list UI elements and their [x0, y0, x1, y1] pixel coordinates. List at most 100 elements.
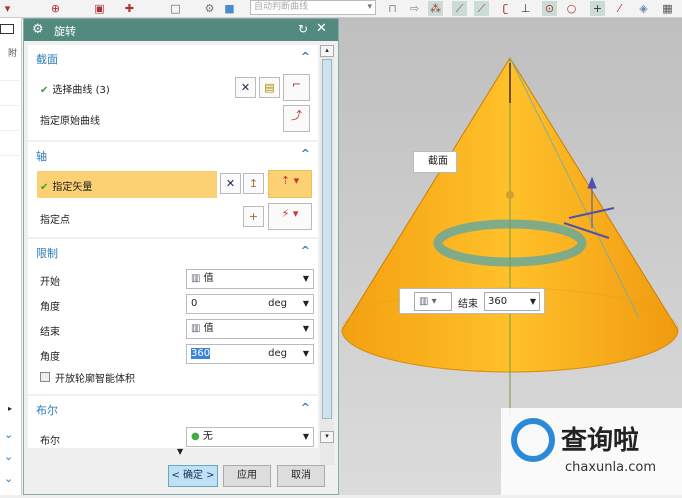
- section-header[interactable]: 限制: [36, 245, 58, 261]
- scroll-right-icon[interactable]: ▸: [8, 404, 12, 413]
- tangent-icon[interactable]: ⁄: [612, 1, 627, 16]
- list-row[interactable]: [0, 63, 20, 81]
- boolean-value: 无: [202, 431, 213, 442]
- section-group: 截面 ^ ✔ 选择曲线 (3) ✕ ▤ ⌐ 指定原始曲线 ⤴: [28, 45, 318, 140]
- grid-icon[interactable]: ▦: [660, 1, 675, 16]
- end-angle-input[interactable]: 360 deg ▼: [186, 344, 314, 364]
- sketch-section-icon[interactable]: ⌐: [283, 74, 310, 101]
- deselect-icon[interactable]: ✕: [235, 77, 256, 98]
- gear-icon[interactable]: ⚙: [202, 1, 217, 16]
- section-header[interactable]: 轴: [36, 148, 47, 164]
- end-mode-select[interactable]: ▥ 值 ▼: [186, 319, 314, 339]
- start-angle-input[interactable]: 0 deg ▼: [186, 294, 314, 314]
- toolbar: ▾ ⊕ ▣ ✚ □ ⚙ ■ 自动判断曲线 ▾ ⊓ ⇨ ⁂ ⟋ ⟋ ʗ ⊥ ⊙ ○ …: [0, 0, 682, 18]
- revolve-dialog: ⚙ 旋转 ↻ ✕ 截面 ^ ✔ 选择曲线 (3) ✕ ▤ ⌐ 指定原始曲线 ⤴ 轴…: [23, 18, 339, 495]
- end-mode-dropdown[interactable]: ▥ ▾: [414, 292, 452, 311]
- check-icon: ✔: [40, 85, 49, 96]
- curve-rule-icon[interactable]: ▤: [259, 77, 280, 98]
- cube-icon[interactable]: ■: [222, 1, 237, 16]
- start-mode-value: 值: [203, 273, 214, 284]
- scroll-down-icon[interactable]: ▾: [320, 431, 334, 443]
- collapse-icon[interactable]: ^: [301, 401, 310, 414]
- line-end-icon[interactable]: ⟋: [452, 1, 467, 16]
- end-angle-value: 360: [191, 348, 211, 359]
- start-angle-value: 0: [191, 298, 198, 309]
- collapse-icon[interactable]: ^: [301, 244, 310, 257]
- specify-vector-row[interactable]: ✔ 指定矢量: [37, 171, 217, 198]
- section-header[interactable]: 截面: [36, 51, 58, 67]
- select-curve-label: 选择曲线 (3): [52, 85, 110, 96]
- start-angle-label: 角度: [40, 302, 60, 313]
- apply-button[interactable]: 应用: [223, 465, 271, 487]
- dialog-titlebar: ⚙ 旋转 ↻ ✕: [24, 19, 338, 41]
- grid-snap-icon[interactable]: ⁂: [428, 1, 443, 16]
- circle-icon[interactable]: ○: [564, 1, 579, 16]
- unit-label: deg: [268, 298, 287, 309]
- expand-icon[interactable]: ⌄: [4, 450, 13, 463]
- logo-icon: [511, 418, 555, 462]
- origin-curve-icon[interactable]: ⤴: [283, 105, 310, 132]
- end-label: 结束: [40, 327, 60, 338]
- select-curve-row[interactable]: ✔ 选择曲线 (3): [40, 81, 110, 96]
- intersection-icon[interactable]: +: [590, 1, 605, 16]
- vector-type-dropdown[interactable]: ⇡ ▾: [268, 170, 312, 198]
- scroll-thumb[interactable]: [322, 59, 332, 419]
- section-header[interactable]: 布尔: [36, 402, 58, 418]
- scroll-up-icon[interactable]: ▴: [320, 45, 334, 57]
- stop-icon[interactable]: ⊓: [385, 1, 400, 16]
- collapse-icon[interactable]: ^: [301, 147, 310, 160]
- center-icon[interactable]: ⊙: [542, 1, 557, 16]
- box-icon[interactable]: □: [168, 1, 183, 16]
- handle-icon: [506, 191, 514, 199]
- face-icon[interactable]: ◈: [636, 1, 651, 16]
- reverse-direction-icon[interactable]: ✕: [220, 173, 241, 194]
- cancel-button[interactable]: 取消: [277, 465, 325, 487]
- end-value: 360: [488, 296, 508, 307]
- more-options-icon[interactable]: ▼: [177, 447, 183, 456]
- list-row[interactable]: [0, 113, 20, 131]
- open-profile-checkbox[interactable]: [40, 372, 50, 382]
- perpendicular-icon[interactable]: ⊥: [518, 1, 533, 16]
- point-icon[interactable]: ✚: [122, 1, 137, 16]
- expand-icon[interactable]: ⌄: [4, 428, 13, 441]
- sketch-icon[interactable]: ▣: [92, 1, 107, 16]
- boolean-group: 布尔 ^ 布尔 ● 无 ▼: [28, 396, 318, 448]
- check-icon: ✔: [40, 182, 49, 193]
- point-type-dropdown[interactable]: ⚡ ▾: [268, 203, 312, 230]
- ok-button[interactable]: < 确定 >: [168, 465, 218, 487]
- list-row[interactable]: [0, 138, 20, 156]
- section-callout-label: 截面: [428, 156, 448, 167]
- part-navigator: 附 ▸ ⌄ ⌄ ⌄: [0, 18, 22, 495]
- line-mid-icon[interactable]: ⟋: [474, 1, 489, 16]
- end-mode-value: 值: [203, 323, 214, 334]
- snap-icon[interactable]: ⊕: [48, 1, 63, 16]
- open-profile-label: 开放轮廓智能体积: [55, 374, 135, 385]
- curve-icon[interactable]: ʗ: [498, 1, 513, 16]
- watermark-logo: 查询啦 chaxunla.com: [501, 408, 682, 495]
- curve-rule-select[interactable]: 自动判断曲线 ▾: [250, 0, 376, 15]
- close-icon[interactable]: ✕: [316, 21, 327, 36]
- boolean-select[interactable]: ● 无 ▼: [186, 427, 314, 447]
- start-mode-select[interactable]: ▥ 值 ▼: [186, 269, 314, 289]
- dialog-title: 旋转: [54, 25, 76, 38]
- column-header: 附: [8, 49, 18, 59]
- expand-icon[interactable]: ⌄: [4, 472, 13, 485]
- reset-icon[interactable]: ↻: [298, 22, 308, 36]
- scrollbar[interactable]: ▴ ▾: [320, 45, 334, 465]
- limits-group: 限制 ^ 开始 ▥ 值 ▼ 角度 0 deg ▼ 结束 ▥ 值 ▼ 角度 360 deg ▼…: [28, 239, 318, 394]
- collapse-icon[interactable]: ^: [301, 50, 310, 63]
- gear-icon: ⚙: [32, 22, 44, 37]
- specify-vector-label: 指定矢量: [52, 182, 93, 193]
- unit-label: deg: [268, 348, 287, 359]
- specify-origin-curve-label: 指定原始曲线: [40, 116, 100, 127]
- window-icon[interactable]: [0, 24, 14, 34]
- list-row[interactable]: [0, 88, 20, 106]
- end-limit-handle: ▥ ▾ 结束 360 ▼: [399, 288, 545, 314]
- end-value-input[interactable]: 360 ▼: [484, 292, 540, 311]
- point-dialog-icon[interactable]: +: [243, 206, 264, 227]
- end-angle-label: 角度: [40, 352, 60, 363]
- dropdown-arrow-icon[interactable]: ▾: [0, 1, 15, 16]
- vector-dialog-icon[interactable]: ↥: [243, 173, 264, 194]
- graphics-viewport[interactable]: 截面 ▥ ▾ 结束 360 ▼ 查询啦 chaxunla.com: [339, 18, 682, 495]
- arrow-icon[interactable]: ⇨: [407, 1, 422, 16]
